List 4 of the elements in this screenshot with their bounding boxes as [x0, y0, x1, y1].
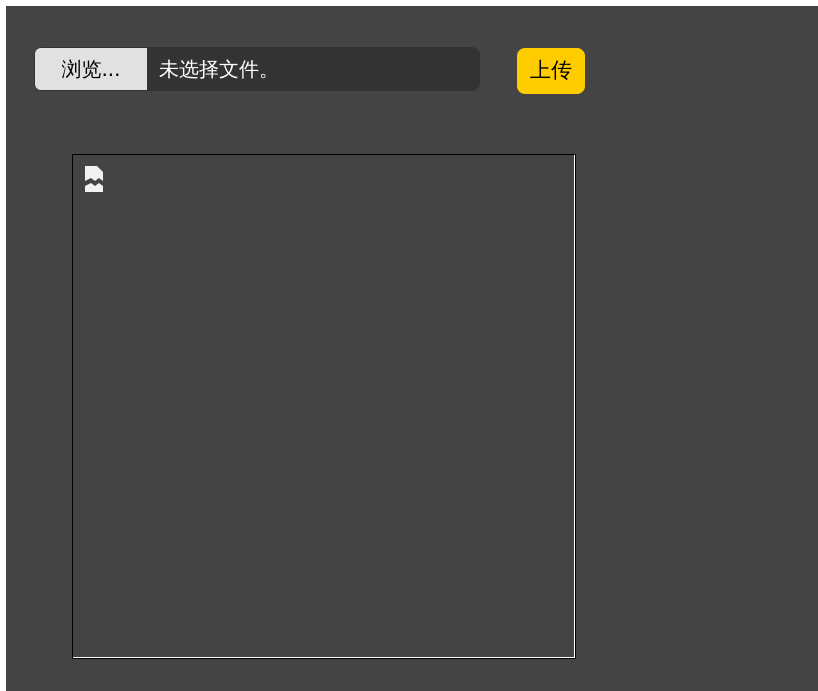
upload-button[interactable]: 上传 — [517, 48, 585, 94]
browse-button[interactable]: 浏览... — [35, 48, 147, 90]
file-status: 未选择文件。 — [159, 56, 279, 82]
file-input[interactable]: 浏览... 未选择文件。 — [34, 46, 480, 90]
